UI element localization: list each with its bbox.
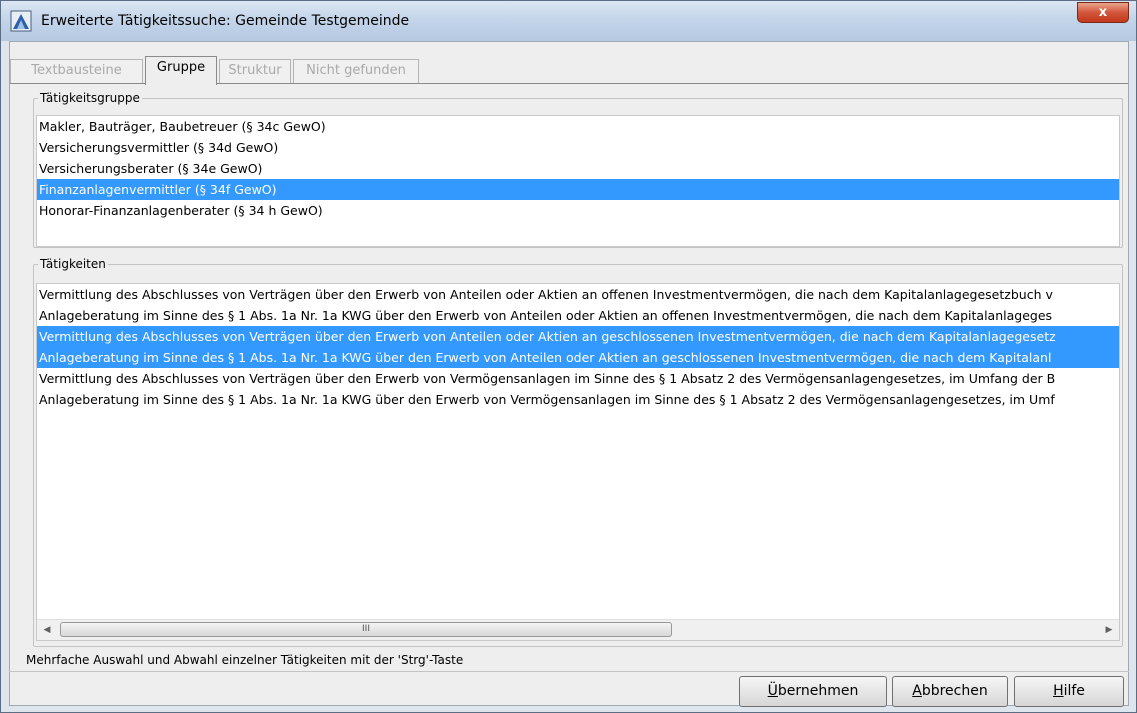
table-row[interactable]: Vermittlung des Abschlusses von Verträge… bbox=[37, 284, 1119, 305]
activities-list[interactable]: Vermittlung des Abschlusses von Verträge… bbox=[36, 283, 1120, 641]
list-item[interactable]: Versicherungsberater (§ 34e GewO) bbox=[37, 158, 1119, 179]
table-row[interactable]: Vermittlung des Abschlusses von Verträge… bbox=[37, 368, 1119, 389]
tab-gruppe[interactable]: Gruppe bbox=[145, 56, 217, 85]
button-bar: Übernehmen Abbrechen Hilfe bbox=[9, 671, 1129, 708]
list-item[interactable]: Versicherungsvermittler (§ 34d GewO) bbox=[37, 137, 1119, 158]
scrollbar-thumb[interactable]: III bbox=[60, 622, 672, 637]
help-mnemonic: H bbox=[1053, 683, 1064, 699]
cancel-mnemonic: A bbox=[912, 683, 922, 699]
table-row[interactable]: Anlageberatung im Sinne des § 1 Abs. 1a … bbox=[37, 389, 1119, 410]
group-list[interactable]: Makler, Bauträger, Baubetreuer (§ 34c Ge… bbox=[36, 115, 1120, 247]
tab-label: Struktur bbox=[228, 63, 282, 78]
table-row[interactable]: Anlageberatung im Sinne des § 1 Abs. 1a … bbox=[37, 305, 1119, 326]
apply-mnemonic: Ü bbox=[767, 683, 778, 699]
window-title: Erweiterte Tätigkeitssuche: Gemeinde Tes… bbox=[41, 13, 410, 29]
help-button[interactable]: Hilfe bbox=[1014, 676, 1124, 707]
activities-section-legend: Tätigkeiten bbox=[40, 257, 106, 271]
table-row-selected[interactable]: Anlageberatung im Sinne des § 1 Abs. 1a … bbox=[37, 347, 1119, 368]
tab-nicht-gefunden[interactable]: Nicht gefunden bbox=[293, 59, 419, 83]
tab-panel-gruppe: Tätigkeitsgruppe Makler, Bauträger, Baub… bbox=[10, 83, 1128, 664]
group-section-legend: Tätigkeitsgruppe bbox=[40, 91, 140, 105]
activities-section: Tätigkeiten Vermittlung des Abschlusses … bbox=[33, 257, 1123, 647]
close-icon: x bbox=[1098, 5, 1108, 20]
dialog-window: Erweiterte Tätigkeitssuche: Gemeinde Tes… bbox=[0, 0, 1137, 713]
scroll-right-arrow-icon[interactable]: ▶ bbox=[1099, 620, 1119, 640]
cancel-label: bbrechen bbox=[921, 683, 988, 699]
list-item[interactable]: Honorar-Finanzanlagenberater (§ 34 h Gew… bbox=[37, 200, 1119, 221]
title-bar[interactable]: Erweiterte Tätigkeitssuche: Gemeinde Tes… bbox=[1, 1, 1136, 41]
tab-textbausteine[interactable]: Textbausteine bbox=[10, 59, 143, 83]
help-label: ilfe bbox=[1063, 683, 1085, 699]
tab-label: Gruppe bbox=[156, 60, 206, 75]
apply-button[interactable]: Übernehmen bbox=[739, 676, 887, 707]
table-row-selected[interactable]: Vermittlung des Abschlusses von Verträge… bbox=[37, 326, 1119, 347]
group-section: Tätigkeitsgruppe Makler, Bauträger, Baub… bbox=[33, 91, 1123, 248]
scroll-left-arrow-icon[interactable]: ◀ bbox=[37, 620, 57, 640]
list-item-selected[interactable]: Finanzanlagenvermittler (§ 34f GewO) bbox=[37, 179, 1119, 200]
tab-label: Textbausteine bbox=[31, 63, 122, 78]
dialog-content: Textbausteine Gruppe Struktur Nicht gefu… bbox=[9, 41, 1129, 706]
tab-struktur[interactable]: Struktur bbox=[219, 59, 291, 83]
grip-icon: III bbox=[362, 624, 370, 634]
horizontal-scrollbar[interactable]: ◀ III ▶ bbox=[37, 619, 1119, 640]
tab-label: Nicht gefunden bbox=[306, 63, 406, 78]
close-button[interactable]: x bbox=[1077, 2, 1129, 23]
app-icon bbox=[10, 10, 32, 32]
cancel-button[interactable]: Abbrechen bbox=[892, 676, 1008, 707]
apply-label: bernehmen bbox=[777, 683, 859, 699]
selection-hint: Mehrfache Auswahl und Abwahl einzelner T… bbox=[26, 653, 464, 667]
list-item[interactable]: Makler, Bauträger, Baubetreuer (§ 34c Ge… bbox=[37, 116, 1119, 137]
